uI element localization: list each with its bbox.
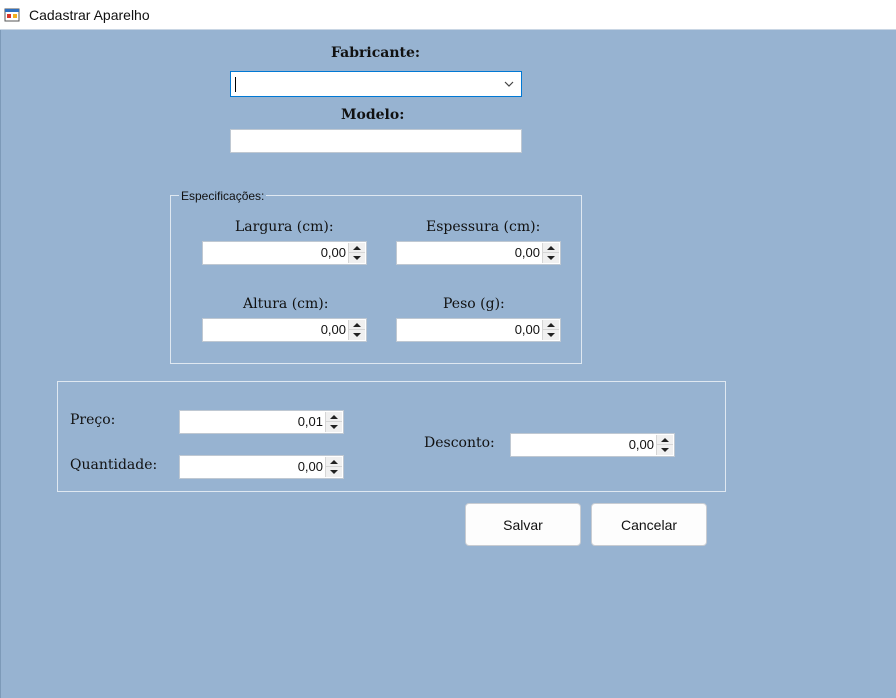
- espessura-label: Espessura (cm):: [426, 219, 541, 235]
- spin-up-button[interactable]: [657, 435, 673, 445]
- caret-down-icon: [547, 333, 555, 337]
- spinner-arrows: [656, 435, 673, 455]
- caret-up-icon: [330, 459, 338, 464]
- preco-spinner[interactable]: 0,01: [179, 410, 344, 434]
- save-button[interactable]: Salvar: [465, 503, 581, 546]
- caret-down-icon: [661, 448, 669, 452]
- modelo-input[interactable]: [230, 129, 522, 153]
- spin-down-button[interactable]: [543, 253, 559, 263]
- spinner-arrows: [348, 320, 365, 340]
- altura-value: 0,00: [320, 322, 346, 337]
- peso-spinner[interactable]: 0,00: [396, 318, 561, 342]
- espessura-spinner[interactable]: 0,00: [396, 241, 561, 265]
- window-title: Cadastrar Aparelho: [29, 7, 150, 23]
- caret-up-icon: [353, 245, 361, 250]
- cancel-button[interactable]: Cancelar: [591, 503, 707, 546]
- caret-down-icon: [330, 470, 338, 474]
- caret-up-icon: [547, 322, 555, 327]
- spinner-arrows: [325, 412, 342, 432]
- spinner-arrows: [542, 320, 559, 340]
- peso-value: 0,00: [514, 322, 540, 337]
- fabricante-combobox[interactable]: [230, 71, 522, 97]
- caret-up-icon: [353, 322, 361, 327]
- title-bar: Cadastrar Aparelho: [0, 0, 896, 30]
- spin-up-button[interactable]: [326, 412, 342, 422]
- spin-down-button[interactable]: [349, 253, 365, 263]
- spin-up-button[interactable]: [543, 243, 559, 253]
- caret-up-icon: [661, 437, 669, 442]
- spin-up-button[interactable]: [349, 243, 365, 253]
- spin-up-button[interactable]: [326, 457, 342, 467]
- text-caret: [235, 77, 236, 92]
- desconto-spinner[interactable]: 0,00: [510, 433, 675, 457]
- spin-down-button[interactable]: [349, 330, 365, 340]
- largura-spinner[interactable]: 0,00: [202, 241, 367, 265]
- quantidade-label: Quantidade:: [70, 457, 158, 473]
- altura-label: Altura (cm):: [243, 296, 329, 312]
- chevron-down-icon[interactable]: [503, 78, 515, 90]
- desconto-label: Desconto:: [424, 435, 495, 451]
- caret-up-icon: [330, 414, 338, 419]
- spin-down-button[interactable]: [657, 445, 673, 455]
- spin-down-button[interactable]: [326, 422, 342, 432]
- spinner-arrows: [325, 457, 342, 477]
- caret-down-icon: [330, 425, 338, 429]
- caret-down-icon: [353, 333, 361, 337]
- caret-down-icon: [547, 256, 555, 260]
- spinner-arrows: [542, 243, 559, 263]
- especificacoes-legend: Especificações:: [179, 189, 267, 203]
- spin-up-button[interactable]: [349, 320, 365, 330]
- largura-value: 0,00: [320, 245, 346, 260]
- altura-spinner[interactable]: 0,00: [202, 318, 367, 342]
- fabricante-label: Fabricante:: [331, 45, 421, 61]
- spin-down-button[interactable]: [543, 330, 559, 340]
- preco-value: 0,01: [297, 414, 323, 429]
- espessura-value: 0,00: [514, 245, 540, 260]
- preco-label: Preço:: [70, 412, 116, 428]
- modelo-label: Modelo:: [341, 107, 405, 123]
- caret-down-icon: [353, 256, 361, 260]
- quantidade-spinner[interactable]: 0,00: [179, 455, 344, 479]
- desconto-value: 0,00: [628, 437, 654, 452]
- peso-label: Peso (g):: [443, 296, 505, 312]
- spin-up-button[interactable]: [543, 320, 559, 330]
- quantidade-value: 0,00: [297, 459, 323, 474]
- caret-up-icon: [547, 245, 555, 250]
- spin-down-button[interactable]: [326, 467, 342, 477]
- largura-label: Largura (cm):: [235, 219, 334, 235]
- app-form-icon: [4, 8, 20, 22]
- spinner-arrows: [348, 243, 365, 263]
